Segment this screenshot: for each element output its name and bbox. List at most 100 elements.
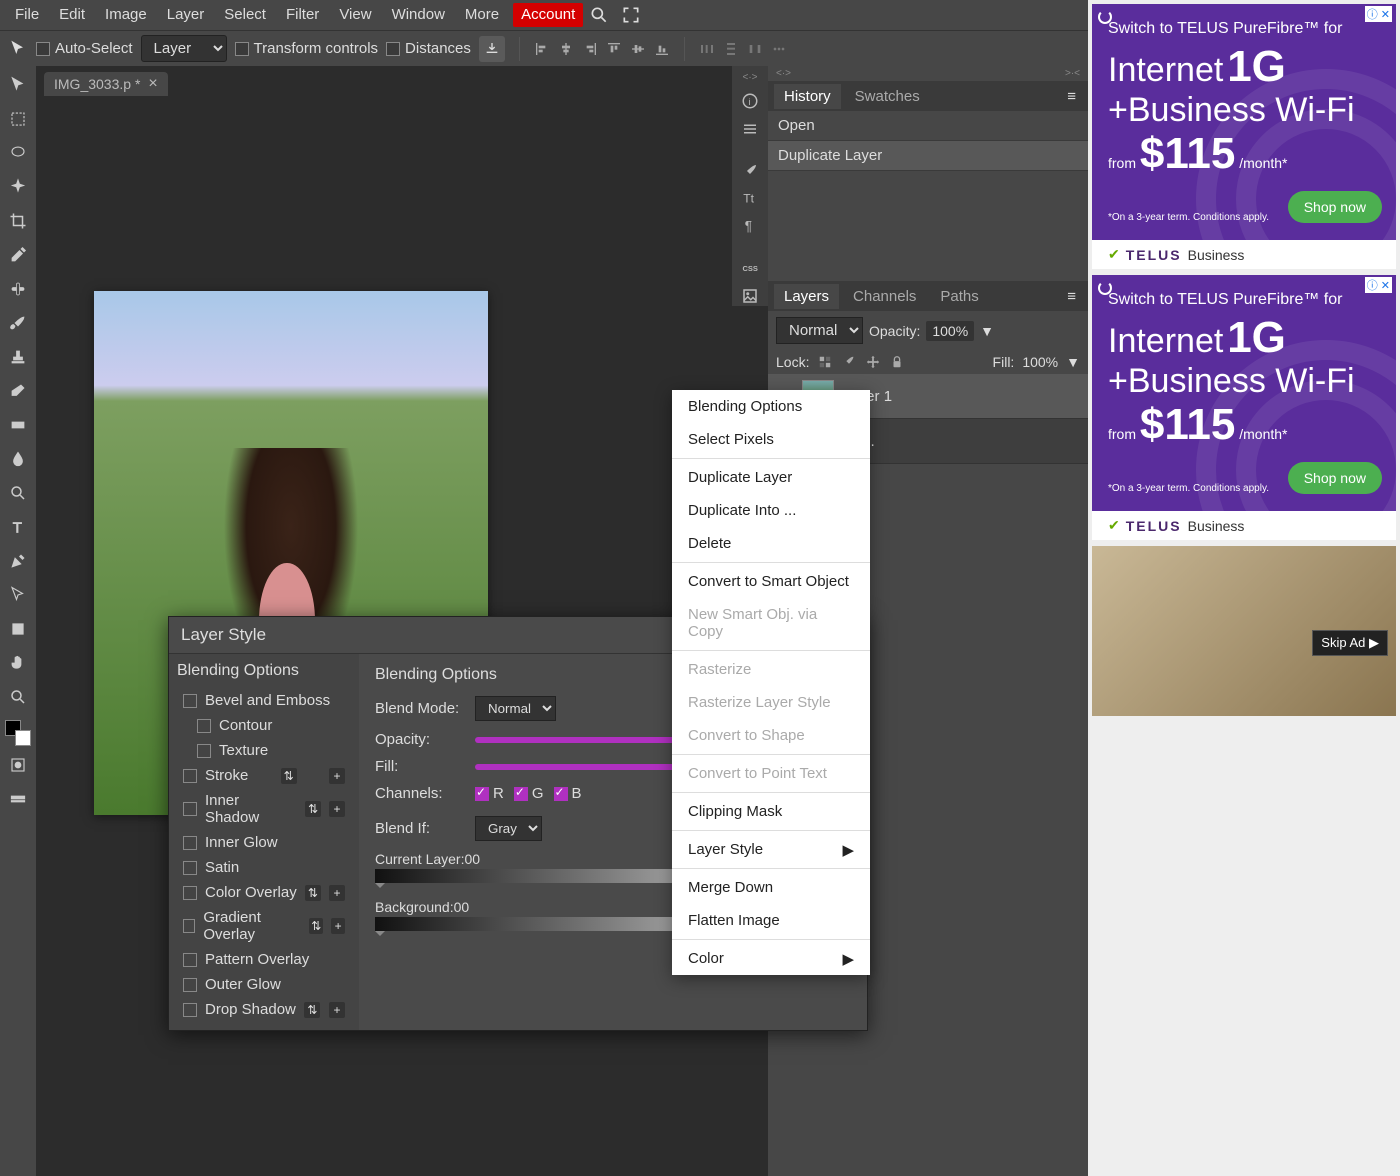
close-tab-icon[interactable]: ×: [148, 76, 157, 92]
ctx-duplicate-layer[interactable]: Duplicate Layer: [672, 461, 870, 494]
search-icon[interactable]: [589, 5, 609, 25]
ad-close-icon[interactable]: ⓘ ✕: [1365, 277, 1392, 293]
tab-paths[interactable]: Paths: [930, 284, 988, 309]
effect-checkbox[interactable]: [183, 694, 197, 708]
menu-view[interactable]: View: [329, 0, 381, 30]
history-panel-menu[interactable]: ≡: [1061, 86, 1082, 107]
effect-stroke[interactable]: Stroke⇅+: [177, 763, 351, 788]
ctx-delete[interactable]: Delete: [672, 527, 870, 560]
heal-tool[interactable]: [3, 274, 33, 304]
effect-add-icon[interactable]: +: [329, 801, 345, 817]
ad-refresh-icon[interactable]: [1098, 281, 1112, 295]
effect-outer-glow[interactable]: Outer Glow: [177, 972, 351, 997]
move-tool[interactable]: [3, 70, 33, 100]
skip-ad-button[interactable]: Skip Ad ▶: [1312, 630, 1388, 656]
stamp-tool[interactable]: [3, 342, 33, 372]
distances-checkbox[interactable]: Distances: [386, 40, 471, 57]
ctx-clipping-mask[interactable]: Clipping Mask: [672, 795, 870, 828]
tab-history[interactable]: History: [774, 84, 841, 109]
effect-inner-shadow[interactable]: Inner Shadow⇅+: [177, 788, 351, 830]
dodge-tool[interactable]: [3, 478, 33, 508]
video-ad[interactable]: Skip Ad ▶: [1092, 546, 1396, 716]
auto-select-checkbox[interactable]: Auto-Select: [36, 40, 133, 57]
menu-image[interactable]: Image: [95, 0, 157, 30]
ad-cta-button[interactable]: Shop now: [1288, 462, 1382, 494]
lock-brush-icon[interactable]: [841, 354, 857, 370]
effect-reorder-icon[interactable]: ⇅: [309, 918, 323, 934]
adjustments-panel-icon[interactable]: [736, 119, 764, 139]
eraser-tool[interactable]: [3, 376, 33, 406]
effect-checkbox[interactable]: [183, 1003, 197, 1017]
distribute-v-icon[interactable]: [723, 41, 739, 57]
effect-bevel-and-emboss[interactable]: Bevel and Emboss: [177, 688, 351, 713]
channel-b-checkbox[interactable]: B: [554, 785, 582, 802]
menu-edit[interactable]: Edit: [49, 0, 95, 30]
zoom-tool[interactable]: [3, 682, 33, 712]
document-tab[interactable]: IMG_3033.p * ×: [44, 72, 168, 96]
lock-move-icon[interactable]: [865, 354, 881, 370]
ctx-select-pixels[interactable]: Select Pixels: [672, 423, 870, 456]
lock-all-icon[interactable]: [889, 354, 905, 370]
ctx-blending-options[interactable]: Blending Options: [672, 390, 870, 423]
lock-pixels-icon[interactable]: [817, 354, 833, 370]
layer-type-dropdown[interactable]: Layer: [141, 35, 227, 62]
ctx-duplicate-into-[interactable]: Duplicate Into ...: [672, 494, 870, 527]
menu-window[interactable]: Window: [382, 0, 455, 30]
history-item[interactable]: Duplicate Layer: [768, 141, 1088, 171]
effect-add-icon[interactable]: +: [329, 768, 345, 784]
ctx-convert-to-smart-object[interactable]: Convert to Smart Object: [672, 565, 870, 598]
path-select-tool[interactable]: [3, 580, 33, 610]
ctx-color[interactable]: Color▶: [672, 942, 870, 975]
screenmode-tool[interactable]: [3, 784, 33, 814]
tab-layers[interactable]: Layers: [774, 284, 839, 309]
effect-drop-shadow[interactable]: Drop Shadow⇅+: [177, 997, 351, 1022]
effect-add-icon[interactable]: +: [329, 1002, 345, 1018]
align-center-h-icon[interactable]: [558, 41, 574, 57]
download-button[interactable]: [479, 36, 505, 62]
effect-texture[interactable]: Texture: [177, 738, 351, 763]
effect-reorder-icon[interactable]: ⇅: [304, 1002, 320, 1018]
wand-tool[interactable]: [3, 172, 33, 202]
distribute-h-icon[interactable]: [699, 41, 715, 57]
brush-tool[interactable]: [3, 308, 33, 338]
fill-dropdown-icon[interactable]: ▼: [1066, 354, 1080, 370]
effect-checkbox[interactable]: [183, 802, 197, 816]
menu-filter[interactable]: Filter: [276, 0, 329, 30]
character-panel-icon[interactable]: Tt: [736, 189, 764, 209]
align-top-icon[interactable]: [606, 41, 622, 57]
align-left-icon[interactable]: [534, 41, 550, 57]
effect-checkbox[interactable]: [183, 978, 197, 992]
ctx-merge-down[interactable]: Merge Down: [672, 871, 870, 904]
opacity-value[interactable]: 100%: [926, 321, 974, 341]
effect-contour[interactable]: Contour: [177, 713, 351, 738]
effect-checkbox[interactable]: [183, 836, 197, 850]
opacity-dropdown-icon[interactable]: ▼: [980, 323, 994, 339]
ad-cta-button[interactable]: Shop now: [1288, 191, 1382, 223]
shape-tool[interactable]: [3, 614, 33, 644]
tab-channels[interactable]: Channels: [843, 284, 926, 309]
css-panel-icon[interactable]: CSS: [736, 258, 764, 278]
align-middle-icon[interactable]: [630, 41, 646, 57]
effect-checkbox[interactable]: [197, 719, 211, 733]
effect-reorder-icon[interactable]: ⇅: [281, 768, 297, 784]
effect-pattern-overlay[interactable]: Pattern Overlay: [177, 947, 351, 972]
lasso-tool[interactable]: [3, 138, 33, 168]
blur-tool[interactable]: [3, 444, 33, 474]
ad-refresh-icon[interactable]: [1098, 10, 1112, 24]
effect-add-icon[interactable]: +: [329, 885, 345, 901]
effect-checkbox[interactable]: [183, 886, 197, 900]
layers-panel-menu[interactable]: ≡: [1061, 286, 1082, 307]
align-right-icon[interactable]: [582, 41, 598, 57]
tab-swatches[interactable]: Swatches: [845, 84, 930, 109]
align-bottom-icon[interactable]: [654, 41, 670, 57]
blend-mode-select[interactable]: Normal: [475, 696, 556, 721]
ad-close-icon[interactable]: ⓘ ✕: [1365, 6, 1392, 22]
fill-value[interactable]: 100%: [1022, 354, 1058, 370]
ad-banner-1[interactable]: ⓘ ✕ Switch to TELUS PureFibre™ for Inter…: [1092, 4, 1396, 269]
effect-reorder-icon[interactable]: ⇅: [305, 885, 321, 901]
effect-checkbox[interactable]: [183, 861, 197, 875]
effect-checkbox[interactable]: [183, 919, 195, 933]
gradient-tool[interactable]: [3, 410, 33, 440]
blend-mode-dropdown[interactable]: Normal: [776, 317, 863, 344]
effect-add-icon[interactable]: +: [331, 918, 345, 934]
